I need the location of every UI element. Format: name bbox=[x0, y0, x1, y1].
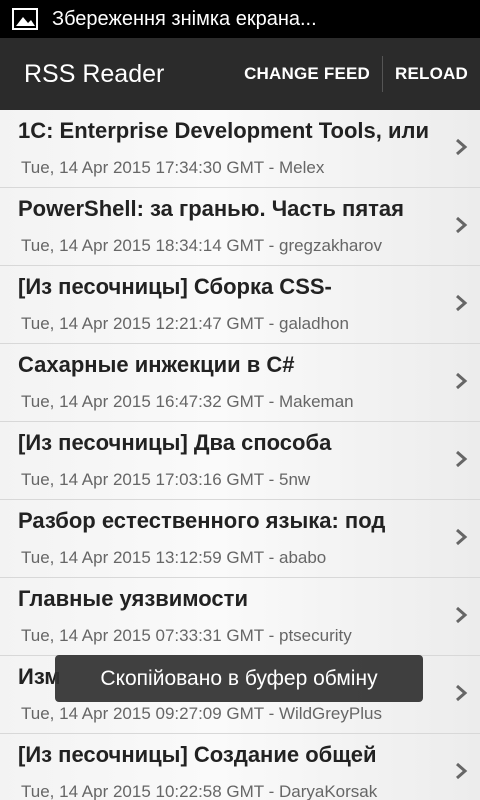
chevron-right-icon bbox=[456, 372, 468, 390]
chevron-right-icon bbox=[456, 450, 468, 468]
feed-item-meta: Tue, 14 Apr 2015 13:12:59 GMT - ababo bbox=[21, 548, 327, 567]
chevron-right-icon bbox=[456, 294, 468, 312]
feed-item[interactable]: Сахарные инжекции в C# Tue, 14 Apr 2015 … bbox=[0, 344, 480, 422]
chevron-right-icon bbox=[456, 684, 468, 702]
feed-item[interactable]: [Из песочницы] Создание общей Tue, 14 Ap… bbox=[0, 734, 480, 800]
feed-item-title: Сахарные инжекции в C# bbox=[18, 352, 295, 377]
chevron-right-icon bbox=[456, 216, 468, 234]
status-notification-text: Збереження знімка екрана... bbox=[52, 7, 317, 30]
image-icon bbox=[12, 8, 38, 30]
feed-item-meta: Tue, 14 Apr 2015 17:34:30 GMT - Melex bbox=[21, 158, 325, 177]
chevron-right-icon bbox=[456, 528, 468, 546]
feed-item-meta: Tue, 14 Apr 2015 09:27:09 GMT - WildGrey… bbox=[21, 704, 382, 723]
feed-item-meta: Tue, 14 Apr 2015 12:21:47 GMT - galadhon bbox=[21, 314, 349, 333]
chevron-right-icon bbox=[456, 606, 468, 624]
feed-item[interactable]: Главные уязвимости Tue, 14 Apr 2015 07:3… bbox=[0, 578, 480, 656]
feed-item-meta: Tue, 14 Apr 2015 17:03:16 GMT - 5nw bbox=[21, 470, 311, 489]
app-title: RSS Reader bbox=[24, 59, 165, 88]
feed-item[interactable]: 1С: Enterprise Development Tools, или Tu… bbox=[0, 110, 480, 188]
reload-button[interactable]: RELOAD bbox=[383, 38, 480, 110]
toast-message: Скопійовано в буфер обміну bbox=[55, 655, 423, 702]
feed-item-meta: Tue, 14 Apr 2015 10:22:58 GMT - DaryaKor… bbox=[21, 782, 378, 800]
change-feed-button[interactable]: CHANGE FEED bbox=[244, 38, 382, 110]
feed-item-meta: Tue, 14 Apr 2015 07:33:31 GMT - ptsecuri… bbox=[21, 626, 352, 645]
chevron-right-icon bbox=[456, 138, 468, 156]
feed-item[interactable]: PowerShell: за гранью. Часть пятая Tue, … bbox=[0, 188, 480, 266]
feed-item-meta: Tue, 14 Apr 2015 16:47:32 GMT - Makeman bbox=[21, 392, 354, 411]
chevron-right-icon bbox=[456, 762, 468, 780]
feed-item-title: Главные уязвимости bbox=[18, 586, 248, 611]
feed-item-title: 1С: Enterprise Development Tools, или bbox=[18, 118, 430, 143]
feed-item-title: PowerShell: за гранью. Часть пятая bbox=[18, 196, 404, 221]
feed-item-title: [Из песочницы] Сборка CSS- bbox=[18, 274, 332, 299]
feed-item-title: Разбор естественного языка: под bbox=[18, 508, 386, 533]
status-bar: Збереження знімка екрана... bbox=[0, 0, 480, 38]
feed-item-title: [Из песочницы] Создание общей bbox=[18, 742, 377, 767]
feed-item-title: [Из песочницы] Два способа bbox=[18, 430, 332, 455]
feed-item[interactable]: [Из песочницы] Сборка CSS- Tue, 14 Apr 2… bbox=[0, 266, 480, 344]
feed-item[interactable]: Разбор естественного языка: под Tue, 14 … bbox=[0, 500, 480, 578]
feed-item-meta: Tue, 14 Apr 2015 18:34:14 GMT - gregzakh… bbox=[21, 236, 382, 255]
action-bar: RSS Reader CHANGE FEED RELOAD bbox=[0, 38, 480, 110]
feed-item[interactable]: [Из песочницы] Два способа Tue, 14 Apr 2… bbox=[0, 422, 480, 500]
